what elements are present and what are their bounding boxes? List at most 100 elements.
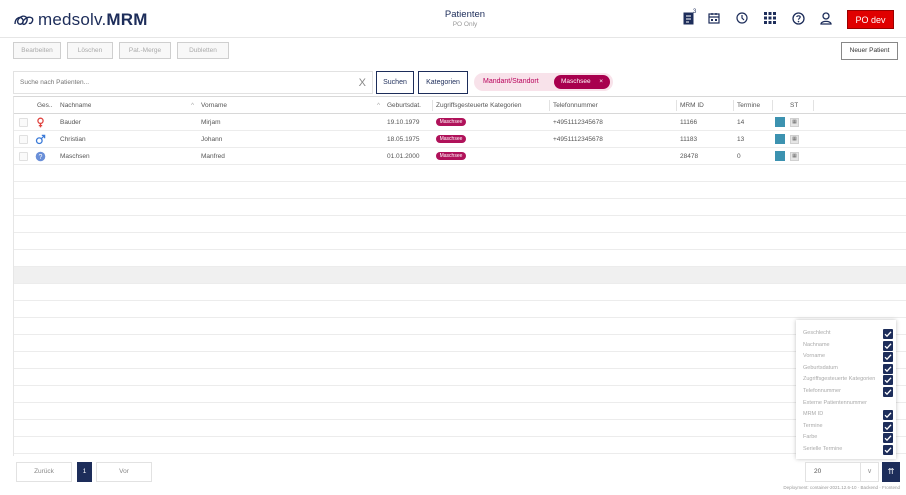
- empty-row: [14, 318, 906, 335]
- column-header-mrm-id[interactable]: MRM ID: [680, 97, 704, 114]
- column-header-gender[interactable]: Ges..: [37, 97, 53, 114]
- column-header-phone[interactable]: Telefonnummer: [553, 97, 598, 114]
- color-marker: [775, 151, 785, 161]
- clear-search-icon[interactable]: X: [359, 77, 366, 89]
- cell-mrm-id: 11183: [680, 136, 698, 143]
- page-title: Patienten PO Only: [400, 9, 530, 28]
- category-tag: Maschsee: [436, 135, 466, 143]
- calendar-icon[interactable]: [708, 12, 722, 26]
- table-row[interactable]: Christian Johann 18.05.1975 Maschsee +49…: [14, 131, 906, 148]
- page-size-select[interactable]: 20 ∨: [805, 462, 879, 482]
- column-option[interactable]: Geschlecht: [803, 329, 896, 340]
- filter-chip[interactable]: Maschsee ×: [554, 75, 610, 89]
- page-button-current[interactable]: 1: [77, 462, 92, 482]
- empty-row: [14, 199, 906, 216]
- column-option[interactable]: MRM ID: [803, 410, 896, 421]
- column-option[interactable]: Serielle Termine: [803, 445, 896, 456]
- column-option-label: Externe Patientennummer: [803, 399, 867, 406]
- environment-button[interactable]: PO dev: [847, 10, 894, 29]
- column-divider: [549, 100, 550, 111]
- row-checkbox[interactable]: [19, 135, 28, 144]
- column-header-appointments[interactable]: Termine: [737, 97, 760, 114]
- categories-button[interactable]: Kategorien: [418, 71, 468, 94]
- logo-suffix: MRM: [106, 10, 148, 29]
- table-header: Ges.. Nachname ^ Vorname ^ Geburtsdat. Z…: [14, 97, 906, 114]
- filter-chip-label: Maschsee: [561, 78, 591, 85]
- checkbox-checked-icon[interactable]: [883, 352, 893, 363]
- empty-row: [14, 352, 906, 369]
- column-option[interactable]: Termine: [803, 421, 896, 433]
- checkbox-checked-icon[interactable]: [883, 340, 893, 351]
- document-icon[interactable]: 3: [683, 9, 697, 26]
- cell-mrm-id: 11166: [680, 119, 698, 126]
- checkbox-checked-icon[interactable]: [883, 387, 893, 397]
- sort-icon[interactable]: ^: [191, 97, 194, 114]
- column-option[interactable]: Telefonnummer: [803, 387, 896, 398]
- unknown-gender-icon: ?: [35, 151, 46, 162]
- empty-row: [14, 284, 906, 301]
- empty-row: [14, 420, 906, 437]
- checkbox-checked-icon[interactable]: [883, 363, 893, 374]
- search-button[interactable]: Suchen: [376, 71, 414, 94]
- column-divider: [432, 100, 433, 111]
- delete-button[interactable]: Löschen: [67, 42, 113, 59]
- column-option[interactable]: Vorname: [803, 352, 896, 363]
- cell-lastname: Bauder: [60, 119, 81, 126]
- next-page-button[interactable]: Vor: [96, 462, 152, 482]
- cell-mrm-id: 28478: [680, 153, 699, 160]
- cell-birthdate: 19.10.1979: [387, 119, 420, 126]
- column-option[interactable]: Geburtsdatum: [803, 363, 896, 375]
- search-input[interactable]: [14, 72, 354, 93]
- cell-appointments: 13: [737, 136, 745, 143]
- remove-filter-icon[interactable]: ×: [599, 75, 603, 89]
- column-option[interactable]: Farbe: [803, 433, 896, 444]
- empty-row: [14, 335, 906, 352]
- column-option[interactable]: Zugriffsgesteuerte Kategorien: [803, 375, 896, 386]
- empty-row: [14, 233, 906, 250]
- column-header-firstname[interactable]: Vorname: [201, 97, 227, 114]
- checkbox-checked-icon[interactable]: [883, 433, 893, 444]
- clock-icon[interactable]: [736, 12, 750, 26]
- column-header-categories[interactable]: Zugriffsgesteuerte Kategorien: [436, 97, 522, 114]
- sort-icon[interactable]: ^: [377, 97, 380, 114]
- edit-button[interactable]: Bearbeiten: [13, 42, 61, 59]
- user-icon[interactable]: [820, 12, 834, 26]
- checkbox-checked-icon[interactable]: [883, 410, 893, 421]
- help-icon[interactable]: [792, 12, 806, 26]
- column-option[interactable]: Externe Patientennummer: [803, 399, 896, 410]
- column-header-lastname[interactable]: Nachname: [60, 97, 91, 114]
- row-checkbox[interactable]: [19, 118, 28, 127]
- row-checkbox[interactable]: [19, 152, 28, 161]
- logo-icon: [14, 15, 34, 26]
- chevron-down-icon[interactable]: ∨: [860, 463, 878, 481]
- duplicates-button[interactable]: Dubletten: [177, 42, 229, 59]
- serial-appointments-icon[interactable]: ▦: [790, 118, 799, 127]
- column-option-label: Geschlecht: [803, 330, 831, 336]
- serial-appointments-icon[interactable]: ▦: [790, 152, 799, 161]
- table-row[interactable]: ? Maschsen Manfred 01.01.2000 Maschsee 2…: [14, 148, 906, 165]
- cell-lastname: Christian: [60, 136, 86, 143]
- cell-birthdate: 18.05.1975: [387, 136, 420, 143]
- app-header: medsolv.MRM Patienten PO Only 3 PO dev: [0, 0, 906, 38]
- previous-page-button[interactable]: Zurück: [16, 462, 72, 482]
- app-logo[interactable]: medsolv.MRM: [13, 9, 148, 31]
- empty-row: [14, 267, 906, 284]
- column-header-st[interactable]: ST: [790, 97, 798, 114]
- grid-icon[interactable]: [764, 12, 778, 26]
- column-header-birthdate[interactable]: Geburtsdat.: [387, 97, 431, 114]
- checkbox-checked-icon[interactable]: [883, 421, 893, 432]
- checkbox-checked-icon[interactable]: [883, 375, 893, 386]
- scroll-top-button[interactable]: ⇈: [882, 462, 900, 482]
- page-size-value: 20: [814, 468, 822, 475]
- checkbox-checked-icon[interactable]: [883, 445, 893, 455]
- empty-row: [14, 437, 906, 454]
- page-title-text: Patienten: [444, 9, 486, 20]
- column-option-label: Zugriffsgesteuerte Kategorien: [803, 376, 876, 383]
- table-row[interactable]: Bauder Mirjam 19.10.1979 Maschsee +49511…: [14, 114, 906, 131]
- merge-button[interactable]: Pat.-Merge: [119, 42, 171, 59]
- filter-label[interactable]: Mandant/Standort: [483, 73, 539, 91]
- serial-appointments-icon[interactable]: ▦: [790, 135, 799, 144]
- column-option[interactable]: Nachname: [803, 340, 896, 352]
- new-patient-button[interactable]: Neuer Patient: [841, 42, 898, 60]
- checkbox-checked-icon[interactable]: [883, 329, 893, 339]
